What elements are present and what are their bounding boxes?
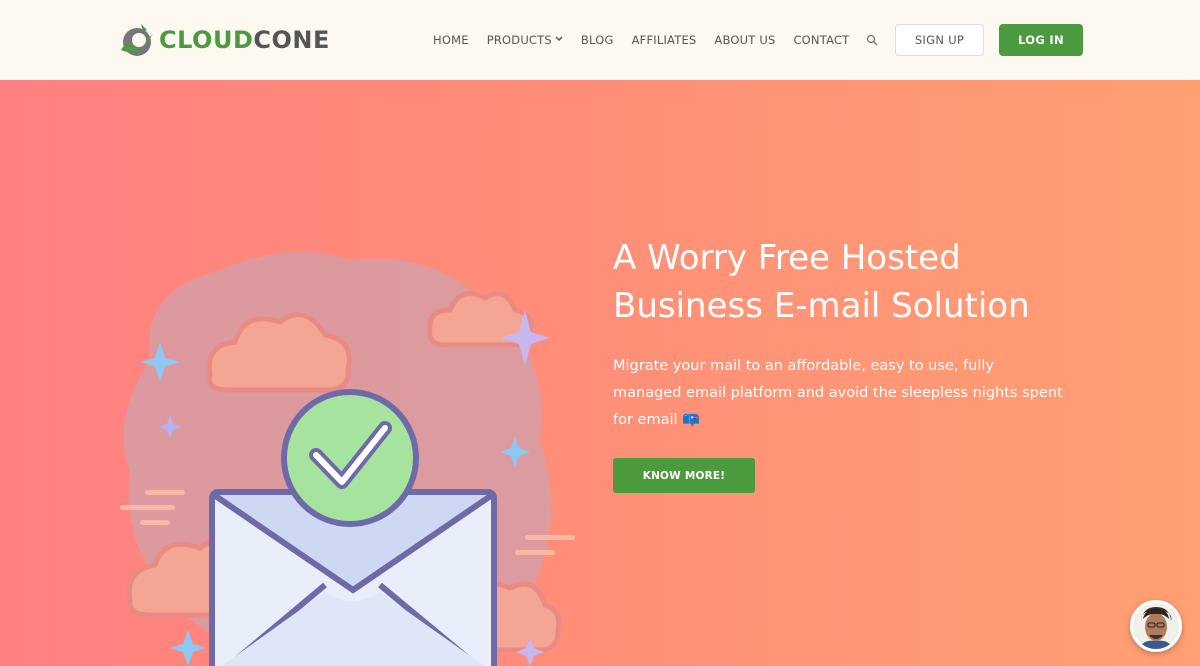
- site-header: CLOUDCONE HOME PRODUCTS BLOG AFFILIATES …: [0, 0, 1200, 80]
- nav-home[interactable]: HOME: [433, 33, 469, 47]
- hero-section: A Worry Free Hosted Business E-mail Solu…: [0, 80, 1200, 666]
- hero-title-line2: Business E-mail Solution: [613, 286, 1030, 326]
- nav-affiliates[interactable]: AFFILIATES: [632, 33, 697, 47]
- brand-name: CLOUDCONE: [159, 26, 330, 54]
- hero-subtitle-line2: managed email platform and avoid the sle…: [613, 385, 1063, 401]
- logo[interactable]: CLOUDCONE: [117, 20, 330, 60]
- person-icon: [1133, 603, 1179, 649]
- search-icon[interactable]: [866, 34, 878, 46]
- sign-up-button[interactable]: SIGN UP: [895, 24, 984, 56]
- hero-subtitle: Migrate your mail to an affordable, easy…: [613, 353, 1113, 434]
- main-nav: HOME PRODUCTS BLOG AFFILIATES ABOUT US C…: [433, 31, 867, 49]
- hero-subtitle-line3: for email 📪: [613, 412, 701, 428]
- nav-blog[interactable]: BLOG: [581, 33, 614, 47]
- hero-title: A Worry Free Hosted Business E-mail Solu…: [613, 234, 1173, 330]
- nav-contact[interactable]: CONTACT: [793, 33, 849, 47]
- chevron-down-icon: [555, 35, 563, 45]
- log-in-button[interactable]: LOG IN: [999, 24, 1083, 56]
- hero-subtitle-line1: Migrate your mail to an affordable, easy…: [613, 358, 994, 374]
- know-more-button[interactable]: KNOW MORE!: [613, 458, 755, 493]
- nav-products[interactable]: PRODUCTS: [487, 33, 563, 47]
- hero-title-line1: A Worry Free Hosted: [613, 238, 961, 278]
- nav-products-label: PRODUCTS: [486, 33, 552, 47]
- envelope-check-icon: [120, 252, 575, 666]
- chat-avatar[interactable]: [1130, 600, 1182, 652]
- cloudcone-logo-icon: [121, 24, 153, 56]
- nav-about-us[interactable]: ABOUT US: [714, 33, 775, 47]
